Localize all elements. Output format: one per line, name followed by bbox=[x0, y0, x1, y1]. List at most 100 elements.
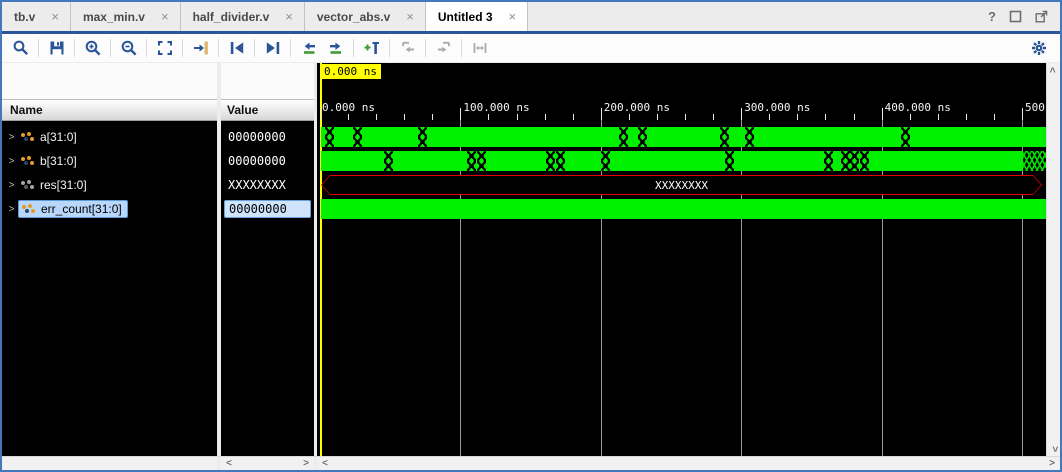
float-window-icon[interactable] bbox=[1035, 10, 1048, 23]
signal-wave-bar bbox=[321, 199, 1046, 219]
axis-time-label: 300.000 ns bbox=[744, 101, 810, 114]
axis-minor-tick bbox=[488, 114, 489, 120]
next-transition-button[interactable] bbox=[259, 36, 286, 60]
scroll-left-arrow-icon[interactable]: < bbox=[319, 458, 331, 470]
signal-value-list[interactable]: 00000000 00000000 XXXXXXXX 00000000 bbox=[221, 121, 314, 456]
previous-transition-button[interactable] bbox=[223, 36, 250, 60]
signal-value: 00000000 bbox=[224, 129, 290, 145]
value-column-header[interactable]: Value bbox=[221, 99, 314, 121]
values-horizontal-scrollbar[interactable]: < > bbox=[221, 457, 314, 470]
restart-button[interactable] bbox=[295, 36, 322, 60]
signal-name-label: a[31:0] bbox=[40, 130, 77, 144]
signal-wave-bar bbox=[321, 151, 1023, 171]
wave-horizontal-scrollbar[interactable]: < > bbox=[317, 457, 1060, 470]
signal-wave-bar bbox=[321, 127, 1046, 147]
axis-major-tick bbox=[601, 108, 602, 120]
tab-close-icon[interactable]: × bbox=[161, 10, 169, 23]
toolbar-separator bbox=[218, 39, 219, 57]
search-button[interactable] bbox=[7, 36, 34, 60]
transition-mark bbox=[638, 127, 647, 147]
scroll-right-arrow-icon[interactable]: > bbox=[300, 458, 312, 470]
axis-minor-tick bbox=[994, 114, 995, 120]
scroll-down-arrow-icon[interactable]: > bbox=[1048, 443, 1060, 455]
bus-signal-icon bbox=[21, 156, 35, 166]
previous-marker-button bbox=[394, 36, 421, 60]
axis-minor-tick bbox=[517, 114, 518, 120]
toolbar-separator bbox=[74, 39, 75, 57]
signal-row[interactable]: >b[31:0] bbox=[2, 149, 217, 173]
expand-chevron-icon[interactable]: > bbox=[7, 180, 16, 191]
tab-label: tb.v bbox=[14, 10, 35, 24]
signal-value-row[interactable]: 00000000 bbox=[221, 197, 314, 221]
tab-untitled-3[interactable]: Untitled 3× bbox=[426, 2, 528, 31]
axis-minor-tick bbox=[854, 114, 855, 120]
zoom-in-button[interactable] bbox=[79, 36, 106, 60]
signal-row[interactable]: >err_count[31:0] bbox=[2, 197, 217, 221]
tab-close-icon[interactable]: × bbox=[406, 10, 414, 23]
name-column-header[interactable]: Name bbox=[2, 99, 217, 121]
scroll-left-arrow-icon[interactable]: < bbox=[223, 458, 235, 470]
bus-signal-icon bbox=[21, 132, 35, 142]
time-cursor-line[interactable] bbox=[320, 63, 322, 456]
axis-minor-tick bbox=[432, 114, 433, 120]
tab-close-icon[interactable]: × bbox=[509, 10, 517, 23]
axis-major-tick bbox=[320, 108, 321, 120]
signal-row[interactable]: > res[31:0] bbox=[2, 173, 217, 197]
help-icon[interactable]: ? bbox=[988, 9, 996, 24]
waveform-canvas[interactable]: 0.000 ns 0.000 ns100.000 ns200.000 ns300… bbox=[317, 63, 1046, 456]
expand-chevron-icon[interactable]: > bbox=[7, 132, 16, 143]
tab-vector_abs-v[interactable]: vector_abs.v× bbox=[305, 2, 426, 31]
names-panel-top-gap bbox=[2, 63, 217, 99]
run-for-button[interactable] bbox=[358, 36, 385, 60]
signal-name-label: res[31:0] bbox=[40, 178, 87, 192]
signal-value-row[interactable]: 00000000 bbox=[221, 125, 314, 149]
unknown-bus-value: XXXXXXXX bbox=[321, 175, 1042, 195]
toolbar-separator bbox=[425, 39, 426, 57]
swap-cursors-button bbox=[466, 36, 493, 60]
expand-chevron-icon[interactable]: > bbox=[7, 156, 16, 167]
zoom-to-cursor-button[interactable] bbox=[187, 36, 214, 60]
signal-name-list[interactable]: >a[31:0]>b[31:0]>res[31:0]>err_count[31:… bbox=[2, 121, 217, 456]
maximize-icon[interactable] bbox=[1009, 10, 1022, 23]
signal-value-row[interactable]: 00000000 bbox=[221, 149, 314, 173]
settings-gear-button[interactable] bbox=[1025, 36, 1052, 60]
signal-row[interactable]: > a[31:0] bbox=[2, 125, 217, 149]
expand-chevron-icon[interactable]: > bbox=[7, 204, 16, 215]
tab-close-icon[interactable]: × bbox=[51, 10, 59, 23]
transition-mark bbox=[477, 151, 486, 171]
waveform-row bbox=[317, 127, 1046, 147]
tab-close-icon[interactable]: × bbox=[285, 10, 293, 23]
scroll-up-arrow-icon[interactable]: > bbox=[1048, 64, 1060, 76]
axis-minor-tick bbox=[685, 114, 686, 120]
toolbar-separator bbox=[110, 39, 111, 57]
transition-mark bbox=[824, 151, 833, 171]
transition-mark bbox=[467, 151, 476, 171]
transition-mark bbox=[745, 127, 754, 147]
axis-minor-tick bbox=[404, 114, 405, 120]
bus-signal-icon bbox=[21, 180, 35, 190]
axis-time-label: 100.000 ns bbox=[463, 101, 529, 114]
tab-half_divider-v[interactable]: half_divider.v × bbox=[181, 2, 305, 31]
axis-minor-tick bbox=[545, 114, 546, 120]
axis-minor-tick bbox=[966, 114, 967, 120]
axis-major-tick bbox=[460, 108, 461, 120]
axis-time-label: 500 bbox=[1025, 101, 1045, 114]
wave-vertical-scrollbar[interactable]: > > bbox=[1046, 63, 1060, 456]
unknown-bus-shape: XXXXXXXX bbox=[321, 175, 1042, 195]
toolbar-separator bbox=[461, 39, 462, 57]
transition-mark bbox=[860, 151, 869, 171]
cursor-time-badge: 0.000 ns bbox=[320, 64, 381, 79]
tab-tb-v[interactable]: tb.v × bbox=[2, 2, 71, 31]
signal-value-row[interactable]: XXXXXXXX bbox=[221, 173, 314, 197]
toolbar-separator bbox=[38, 39, 39, 57]
tab-max_min-v[interactable]: max_min.v× bbox=[71, 2, 181, 31]
zoom-fit-button[interactable] bbox=[151, 36, 178, 60]
tab-label: half_divider.v bbox=[193, 10, 270, 24]
signal-value: 00000000 bbox=[224, 200, 311, 218]
save-waveform-button[interactable] bbox=[43, 36, 70, 60]
scroll-right-arrow-icon[interactable]: > bbox=[1046, 458, 1058, 470]
run-all-button[interactable] bbox=[322, 36, 349, 60]
zoom-out-button[interactable] bbox=[115, 36, 142, 60]
signal-value: XXXXXXXX bbox=[224, 177, 290, 193]
names-bottom-track[interactable] bbox=[2, 457, 217, 470]
